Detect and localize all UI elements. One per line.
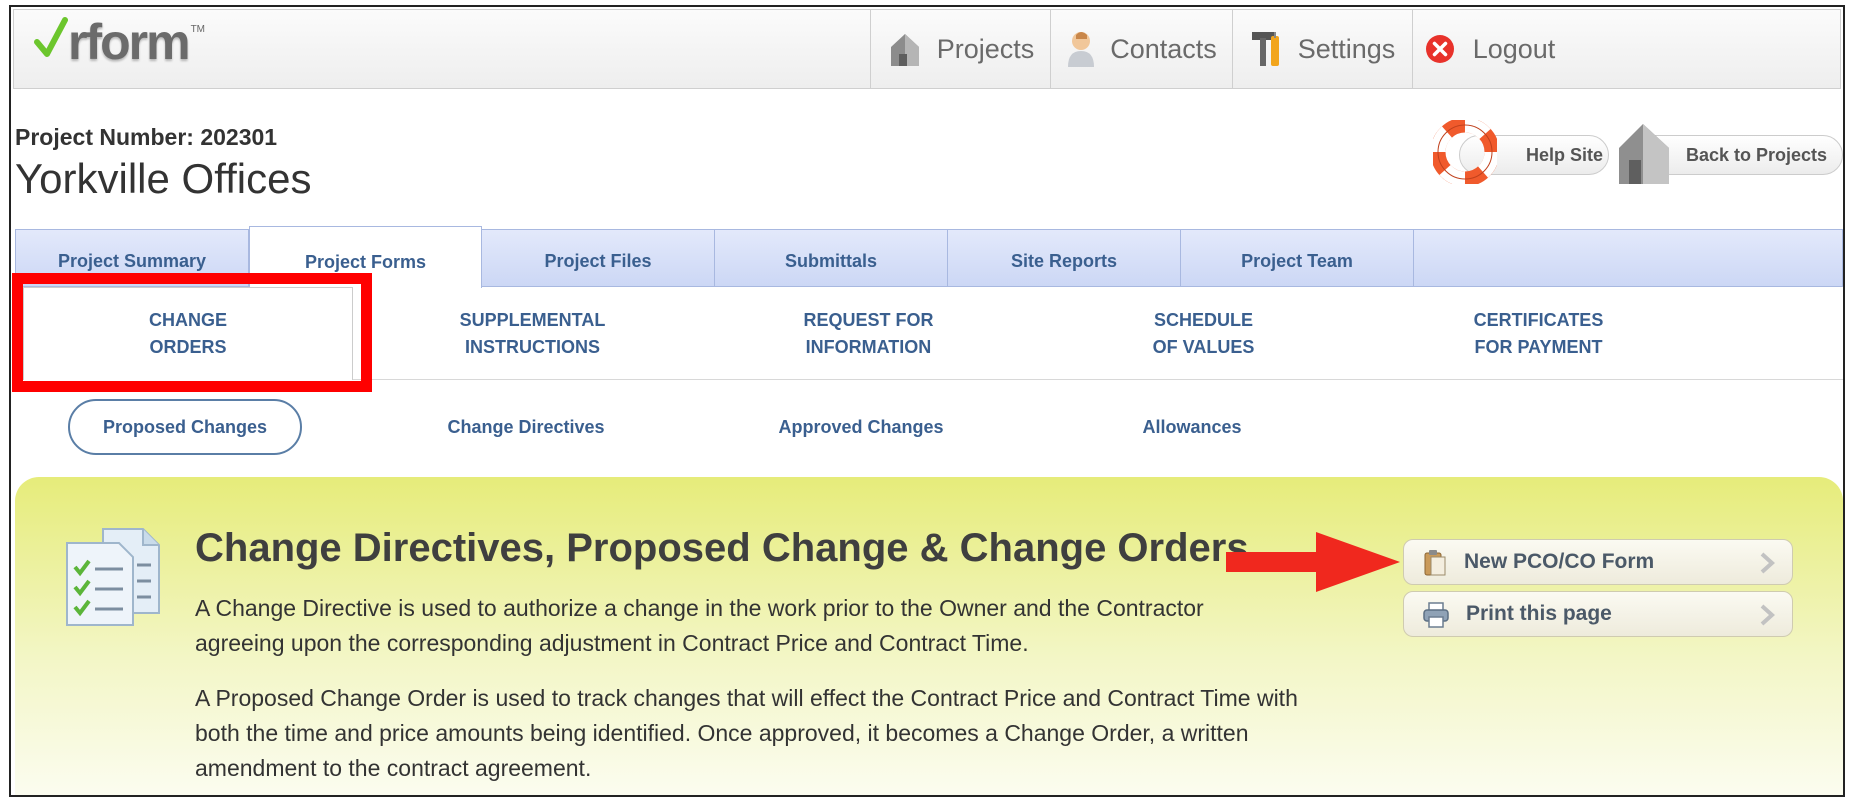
highlight-box [12,273,372,392]
tab-submittals[interactable]: Submittals [715,230,948,286]
printer-icon [1423,602,1449,628]
tab-label: Allowances [1142,416,1242,437]
house-icon [1619,124,1669,184]
red-arrow-annotation [1226,532,1400,592]
top-navigation-bar: rform TM Projects Contacts Settings Logo… [13,9,1841,89]
project-number: Project Number: 202301 [15,124,278,150]
tab-label: Project Summary [57,250,207,271]
tab-label: Site Reports [1010,250,1118,271]
checklist-documents-icon [66,528,160,626]
text-line: A Proposed Change Order is used to track… [195,685,1298,711]
back-to-projects-label: Back to Projects [1686,144,1828,165]
tab-label: Project Team [1241,250,1353,271]
print-label: Print this page [1466,602,1612,625]
subtab-label: CERTIFICATES FOR PAYMENT [1473,309,1604,357]
rform-logo[interactable]: rform TM [34,16,205,78]
chevron-right-icon [1760,604,1775,626]
nav-contacts[interactable]: Contacts [1050,10,1232,88]
tab-label: Project Files [544,250,652,271]
subtab-supplemental-instructions[interactable]: SUPPLEMENTAL INSTRUCTIONS [365,287,700,380]
new-form-label: New PCO/CO Form [1464,550,1655,573]
person-icon [1068,32,1095,67]
logo-trademark: TM [190,24,206,35]
panel-paragraph-2: A Proposed Change Order is used to track… [195,681,1345,786]
nav-label: Projects [936,33,1035,64]
text-line: amendment to the contract agreement. [195,755,592,781]
subtab-schedule-of-values[interactable]: SCHEDULE OF VALUES [1036,287,1371,380]
tab-label: Project Forms [304,252,427,272]
nav-projects[interactable]: Projects [870,10,1050,88]
new-pco-co-form-button[interactable]: New PCO/CO Form [1403,539,1793,585]
text-line: agreeing upon the corresponding adjustme… [195,630,1029,656]
nav-settings[interactable]: Settings [1232,10,1412,88]
tab-proposed-changes[interactable]: Proposed Changes [68,399,302,455]
logo-text: rform [68,14,191,70]
logo-check-icon [34,17,68,57]
panel-paragraph-1: A Change Directive is used to authorize … [195,591,1345,661]
help-site-label: Help Site [1526,144,1604,165]
tab-label: Submittals [784,250,877,271]
text-line: both the time and price amounts being id… [195,720,1249,746]
nav-label: Logout [1472,33,1556,64]
tab-project-files[interactable]: Project Files [482,230,715,286]
clipboard-icon [1424,550,1446,576]
text-line: A Change Directive is used to authorize … [195,595,1204,621]
tab-label: Change Directives [447,416,605,437]
subtab-request-for-information[interactable]: REQUEST FOR INFORMATION [701,287,1036,380]
subtab-label: SCHEDULE OF VALUES [1152,309,1255,357]
house-icon [890,34,919,66]
tab-allowances[interactable]: Allowances [1077,399,1307,455]
tab-label: Approved Changes [778,416,944,437]
nav-label: Contacts [1110,33,1217,64]
tab-project-team[interactable]: Project Team [1181,230,1414,286]
nav-logout[interactable]: Logout [1412,10,1567,88]
logout-icon [1425,35,1454,63]
panel-title: Change Directives, Proposed Change & Cha… [195,526,1249,570]
subtab-label: REQUEST FOR INFORMATION [803,309,934,357]
nav-label: Settings [1297,33,1396,64]
tab-site-reports[interactable]: Site Reports [948,230,1181,286]
lifebuoy-icon [1433,120,1497,184]
chevron-right-icon [1760,552,1775,574]
tab-label: Proposed Changes [102,416,268,437]
info-panel: Change Directives, Proposed Change & Cha… [15,477,1843,795]
subtab-label: SUPPLEMENTAL INSTRUCTIONS [459,309,606,357]
tools-icon [1251,32,1279,66]
tab-change-directives[interactable]: Change Directives [411,399,641,455]
subtab-certificates-for-payment[interactable]: CERTIFICATES FOR PAYMENT [1371,287,1706,380]
tab-approved-changes[interactable]: Approved Changes [746,399,976,455]
print-page-button[interactable]: Print this page [1403,591,1793,637]
project-name: Yorkville Offices [15,155,312,202]
app-frame: rform TM Projects Contacts Settings Logo… [9,5,1845,797]
